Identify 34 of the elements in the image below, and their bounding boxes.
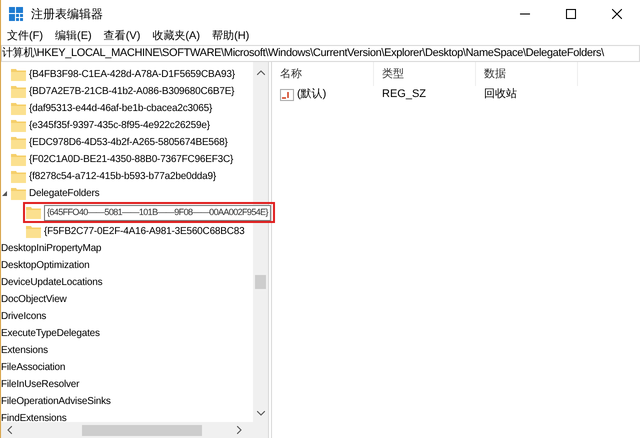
tree-item[interactable]: {BD7A2E7B-21CB-41b2-A086-B309680C6B7E} [29,84,234,99]
tree-item[interactable]: {daf95313-e44d-46af-be1b-cbacea2c3065} [29,101,212,116]
tree-item[interactable]: FileInUseResolver [1,377,80,392]
menu-item[interactable]: 帮助(H) [212,28,250,44]
tree-item[interactable]: ExecuteTypeDelegates [1,326,100,341]
tree-item[interactable]: DelegateFolders [29,186,100,201]
value-name: (默认) [297,87,326,102]
tree-item[interactable]: DriveIcons [1,309,46,324]
tree-item[interactable]: {EDC978D6-4D53-4b2f-A265-5805674BE568} [29,135,228,150]
tree-item[interactable]: FileOperationAdviseSinks [1,394,111,409]
tree-item[interactable]: {B4FB3F98-C1EA-428d-A78A-D1F5659CBA93} [29,67,235,82]
menu-item[interactable]: 收藏夹(A) [152,28,200,44]
tree-item[interactable]: DocObjectView [1,292,67,307]
column-header[interactable]: 类型 [374,62,476,86]
window-title: 注册表编辑器 [31,6,103,23]
tree-item[interactable]: DeviceUpdateLocations [1,275,102,290]
tree-item[interactable]: DesktopOptimization [1,258,90,273]
menu-item[interactable]: 文件(F) [7,28,44,44]
value-data: 回收站 [483,87,517,102]
column-header[interactable]: 数据 [476,62,578,86]
address-bar[interactable]: 计算机\HKEY_LOCAL_MACHINE\SOFTWARE\Microsoft\Windows\CurrentVersion\Explorer\Desktop\NameSpace\DelegateFolders\ [1,45,640,62]
tree-item[interactable]: FindExtensions [1,411,67,426]
tree-item[interactable]: {F02C1A0D-BE21-4350-88B0-7367FC96EF3C} [29,152,234,167]
value-type: REG_SZ [381,87,428,102]
rename-field[interactable]: {645FFO40——5081——101B——9F08——00AA002F954E} [44,204,271,220]
tree-item[interactable]: {f8278c54-a712-415b-b593-b77a2be0dda9} [29,169,216,184]
menu-item[interactable]: 查看(V) [104,28,140,44]
tree-item[interactable]: DesktopIniPropertyMap [1,241,102,256]
tree-item[interactable]: {e345f35f-9397-435c-8f95-4e922c26259e} [29,118,210,133]
menu-item[interactable]: 编辑(E) [55,28,92,44]
tree-item[interactable]: {F5FB2C77-0E2F-4A16-A981-3E560C68BC83 [44,224,245,239]
tree-item[interactable]: Extensions [1,343,48,358]
tree-item[interactable]: FileAssociation [1,360,66,375]
column-header[interactable]: 名称 [272,62,374,86]
